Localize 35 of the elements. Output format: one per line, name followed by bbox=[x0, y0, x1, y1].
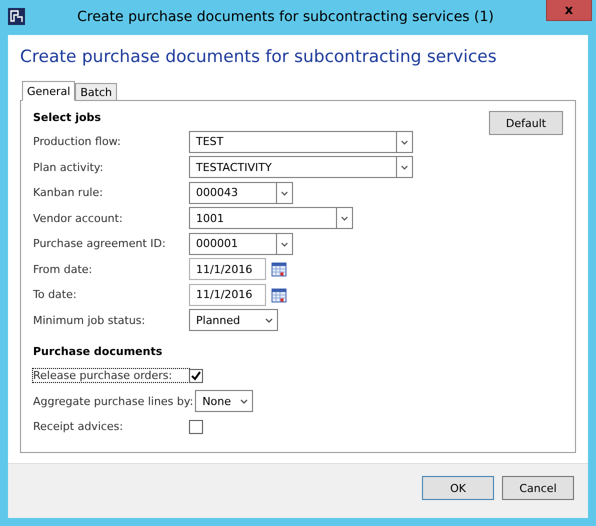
date-field[interactable]: 11/1/2016 bbox=[189, 284, 266, 306]
field-label: From date: bbox=[33, 262, 94, 276]
field-label: Purchase agreement ID: bbox=[33, 237, 167, 250]
default-button[interactable]: Default bbox=[489, 111, 563, 135]
field-label: To date: bbox=[33, 288, 78, 302]
combo-field[interactable]: TEST bbox=[189, 130, 413, 153]
window-title: Create purchase documents for subcontracting services (1) bbox=[76, 9, 495, 25]
select-field[interactable]: Planned bbox=[189, 309, 278, 332]
checkbox[interactable] bbox=[189, 368, 203, 383]
calendar-icon[interactable] bbox=[271, 286, 287, 303]
field-label: Minimum job status: bbox=[33, 314, 146, 327]
section-title: Select jobs bbox=[33, 111, 101, 124]
dialog-button[interactable]: Cancel bbox=[502, 476, 574, 500]
tab[interactable]: General bbox=[22, 81, 76, 101]
field-label: Receipt advices: bbox=[33, 420, 124, 434]
close-button[interactable]: x bbox=[546, 0, 592, 21]
combo-field[interactable]: 000001 bbox=[189, 232, 293, 255]
date-field[interactable]: 11/1/2016 bbox=[189, 258, 266, 280]
combo-field[interactable]: 000043 bbox=[189, 182, 293, 204]
combo-field[interactable]: 1001 bbox=[189, 207, 353, 230]
dialog-button[interactable]: OK bbox=[422, 476, 494, 500]
field-label: Production flow: bbox=[33, 135, 122, 148]
field-label: Aggregate purchase lines by: bbox=[33, 394, 194, 408]
tab[interactable]: Batch bbox=[75, 83, 117, 101]
section-title: Purchase documents bbox=[33, 345, 162, 358]
checkbox[interactable] bbox=[189, 420, 203, 434]
dialog-heading: Create purchase documents for subcontracting services bbox=[20, 47, 498, 67]
select-field[interactable]: None bbox=[195, 390, 254, 412]
calendar-icon[interactable] bbox=[271, 261, 287, 278]
field-label: Release purchase orders: bbox=[33, 369, 189, 382]
field-label: Kanban rule: bbox=[33, 186, 104, 200]
combo-field[interactable]: TESTACTIVITY bbox=[189, 156, 413, 178]
field-label: Vendor account: bbox=[33, 212, 124, 225]
app-icon bbox=[8, 8, 25, 25]
field-label: Plan activity: bbox=[33, 160, 104, 174]
